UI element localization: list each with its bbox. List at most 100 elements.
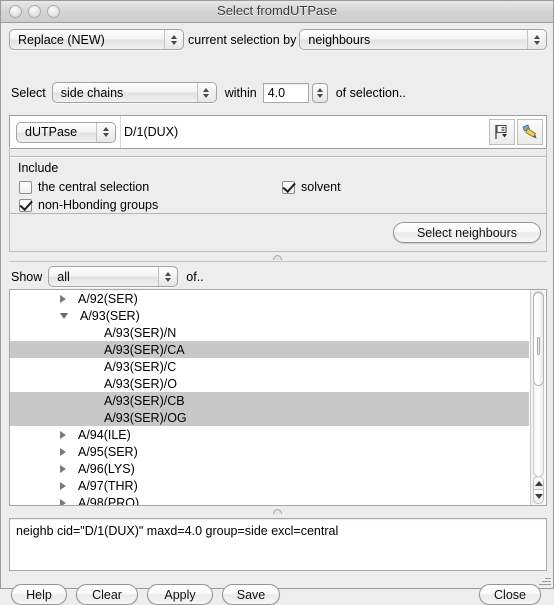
criterion-select-value: neighbours xyxy=(308,32,371,47)
filter-select-value: all xyxy=(57,269,70,284)
tree-row[interactable]: A/97(THR) xyxy=(10,477,529,494)
triangle-up-icon xyxy=(534,481,543,486)
clear-label: Clear xyxy=(92,587,122,602)
command-text: neighb cid="D/1(DUX)" maxd=4.0 group=sid… xyxy=(16,524,339,538)
close-dialog-button[interactable]: Close xyxy=(479,584,541,605)
atom-tree[interactable]: A/92(SER) A/93(SER) A/93(SER)/N A/93(SER)/C… xyxy=(9,289,547,506)
central-selection-checkbox[interactable] xyxy=(19,180,32,194)
tree-row[interactable]: A/93(SER)/CA xyxy=(10,341,529,358)
within-label: within xyxy=(224,85,257,100)
show-row: Show all of.. xyxy=(11,266,204,287)
scrollbar-thumb-grip xyxy=(537,337,540,355)
save-button[interactable]: Save xyxy=(222,584,280,605)
selection-text-value: D/1(DUX) xyxy=(124,125,179,139)
chevron-updown-icon xyxy=(164,30,182,49)
footer-button-group: Help Clear Apply Save xyxy=(11,584,280,605)
atom-tree-list[interactable]: A/92(SER) A/93(SER) A/93(SER)/N A/93(SER)/C… xyxy=(10,290,529,505)
apply-label: Apply xyxy=(164,587,196,602)
non-hbonding-label: non-Hbonding groups xyxy=(38,198,159,212)
tree-row-label: A/93(SER)/CA xyxy=(104,342,185,357)
paintbrush-icon[interactable] xyxy=(517,119,543,145)
triangle-right-icon[interactable] xyxy=(60,430,66,439)
select-neighbours-label: Select neighbours xyxy=(416,225,518,240)
chevron-updown-icon xyxy=(158,267,177,286)
apply-button[interactable]: Apply xyxy=(147,584,213,605)
window-title: Select fromdUTPase xyxy=(217,3,337,18)
tree-row-label: A/93(SER)/CB xyxy=(104,393,185,408)
help-label: Help xyxy=(26,587,52,602)
tree-row[interactable]: A/93(SER)/OG xyxy=(10,409,529,426)
command-textarea[interactable]: neighb cid="D/1(DUX)" maxd=4.0 group=sid… xyxy=(9,518,547,571)
tree-row-label: A/93(SER)/OG xyxy=(104,410,187,425)
pick-selection-icon[interactable] xyxy=(489,119,515,145)
select-dialog-window: Select fromdUTPase Replace (NEW) current… xyxy=(0,0,554,605)
target-selection-bar: dUTPase D/1(DUX) xyxy=(9,115,547,149)
title-bar: Select fromdUTPase xyxy=(1,1,553,23)
filter-select[interactable]: all xyxy=(48,266,179,287)
scrollbar-thumb[interactable] xyxy=(533,292,544,386)
show-label: Show xyxy=(11,269,43,284)
mode-select-value: Replace (NEW) xyxy=(18,32,105,47)
tree-row[interactable]: A/93(SER)/N xyxy=(10,324,529,341)
triangle-right-icon[interactable] xyxy=(60,294,66,303)
splitter-grip xyxy=(272,255,282,260)
tree-row[interactable]: A/93(SER) xyxy=(10,307,529,324)
select-within-row: Select side chains within 4.0 of selecti… xyxy=(11,82,406,103)
selection-text-input[interactable]: D/1(DUX) xyxy=(120,116,489,148)
non-hbonding-checkbox-row[interactable]: non-Hbonding groups xyxy=(19,198,158,212)
close-label: Close xyxy=(494,587,526,602)
include-groupbox: Include the central selection solvent no… xyxy=(9,156,547,214)
triangle-down-icon[interactable] xyxy=(60,312,68,319)
tree-row[interactable]: A/92(SER) xyxy=(10,290,529,307)
tree-row-label: A/93(SER)/O xyxy=(104,376,177,391)
tree-row[interactable]: A/93(SER)/CB xyxy=(10,392,529,409)
distance-stepper[interactable] xyxy=(311,82,328,103)
mode-select[interactable]: Replace (NEW) xyxy=(9,29,184,50)
distance-input[interactable]: 4.0 xyxy=(262,82,309,103)
group-select-value: side chains xyxy=(60,85,124,100)
triangle-right-icon[interactable] xyxy=(60,481,66,490)
include-legend: Include xyxy=(18,161,59,175)
of-selection-label: of selection.. xyxy=(335,85,406,100)
tree-row-label: A/93(SER) xyxy=(80,308,140,323)
clear-button[interactable]: Clear xyxy=(76,584,138,605)
current-selection-by-label: current selection by xyxy=(188,32,297,47)
group-select[interactable]: side chains xyxy=(51,82,217,103)
tree-row[interactable]: A/95(SER) xyxy=(10,443,529,460)
chevron-updown-icon xyxy=(527,30,545,49)
save-label: Save xyxy=(236,587,266,602)
help-button[interactable]: Help xyxy=(11,584,67,605)
triangle-right-icon[interactable] xyxy=(60,498,66,505)
tree-row-label: A/96(LYS) xyxy=(78,461,135,476)
tree-row-label: A/92(SER) xyxy=(78,291,138,306)
tree-row-label: A/98(PRO) xyxy=(78,495,140,506)
tree-row[interactable]: A/98(PRO) xyxy=(10,494,529,505)
solvent-checkbox-row[interactable]: solvent xyxy=(282,180,341,194)
lower-pane-splitter[interactable] xyxy=(1,507,553,516)
mode-row: Replace (NEW) current selection by neigh… xyxy=(9,29,547,50)
chevron-updown-icon xyxy=(196,83,215,102)
tree-row[interactable]: A/93(SER)/O xyxy=(10,375,529,392)
criterion-select[interactable]: neighbours xyxy=(299,29,547,50)
tree-row[interactable]: A/93(SER)/C xyxy=(10,358,529,375)
triangle-right-icon[interactable] xyxy=(60,447,66,456)
window-resize-grip[interactable] xyxy=(538,573,551,586)
chevron-updown-icon xyxy=(96,122,114,142)
central-selection-checkbox-row[interactable]: the central selection xyxy=(19,180,149,194)
tree-row[interactable]: A/94(ILE) xyxy=(10,426,529,443)
solvent-checkbox[interactable] xyxy=(282,180,295,194)
select-neighbours-button[interactable]: Select neighbours xyxy=(393,222,541,243)
tree-row-label: A/94(ILE) xyxy=(78,427,131,442)
triangle-right-icon[interactable] xyxy=(60,464,66,473)
of-label: of.. xyxy=(186,269,204,284)
tree-vertical-scrollbar[interactable] xyxy=(530,290,546,505)
tree-row-label: A/93(SER)/N xyxy=(104,325,177,340)
non-hbonding-checkbox[interactable] xyxy=(19,198,32,212)
tree-row-label: A/97(THR) xyxy=(78,478,138,493)
tree-row-label: A/93(SER)/C xyxy=(104,359,177,374)
splitter-grip xyxy=(272,509,282,514)
distance-value: 4.0 xyxy=(267,85,286,100)
molecule-select[interactable]: dUTPase xyxy=(16,121,116,143)
tree-row[interactable]: A/96(LYS) xyxy=(10,460,529,477)
scroll-down-button[interactable] xyxy=(533,489,544,504)
